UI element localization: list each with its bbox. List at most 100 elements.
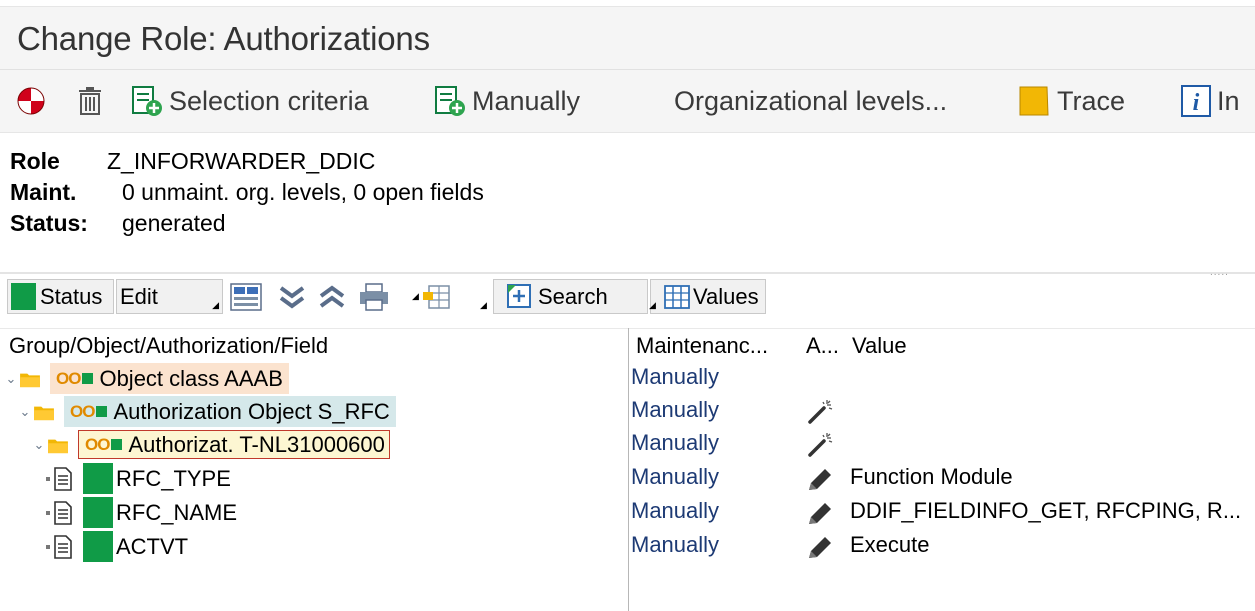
collapse-all-button[interactable]: [317, 279, 347, 314]
delete-button[interactable]: [77, 70, 103, 132]
node-label: Authorization Object S_RFC: [113, 398, 390, 424]
search-button[interactable]: ◢ Search: [480, 279, 648, 314]
tree-node-field[interactable]: RFC_TYPE: [46, 462, 231, 495]
info-icon: i: [1181, 85, 1211, 117]
tree-node-field[interactable]: RFC_NAME: [46, 496, 237, 529]
find-button[interactable]: ◢: [412, 279, 451, 314]
status-lights-icon: OO: [56, 368, 81, 388]
status-label: Status: [40, 283, 103, 309]
pencil-icon[interactable]: [806, 500, 834, 526]
tree-row[interactable]: ACTVT Manually Execute: [0, 530, 1255, 563]
pencil-icon[interactable]: [806, 466, 834, 492]
collapse-all-icon: [319, 285, 345, 308]
node-label: RFC_TYPE: [116, 465, 231, 491]
page-title: Change Role: Authorizations: [17, 20, 430, 57]
tree-row[interactable]: RFC_TYPE Manually Function Module: [0, 462, 1255, 495]
dropdown-marker-icon: ◢: [212, 300, 219, 310]
tree-node-auth-object[interactable]: ⌄ OO Authorization Object S_RFC: [18, 395, 396, 428]
auth-object-highlight: OO Authorization Object S_RFC: [64, 396, 396, 427]
green-status-icon: [82, 373, 94, 384]
dropdown-marker-icon: ◢: [649, 300, 656, 310]
tree-bullet-icon: [46, 544, 50, 549]
authorization-highlight: OO Authorizat. T-NL31000600: [78, 430, 390, 459]
trace-label: Trace: [1057, 85, 1126, 116]
maintenance-value: Manually: [631, 364, 720, 389]
trace-icon: [1019, 86, 1049, 116]
search-label: Search: [538, 283, 608, 309]
manually-button[interactable]: Manually: [434, 70, 580, 132]
expand-chevron-icon[interactable]: ⌄: [4, 371, 18, 387]
open-folder-icon: [34, 406, 54, 420]
top-strip: [0, 0, 1255, 7]
maintenance-value: Manually: [631, 397, 720, 422]
selection-criteria-button[interactable]: Selection criteria: [131, 70, 369, 132]
edit-label: Edit: [120, 283, 158, 309]
pencil-icon[interactable]: [806, 534, 834, 560]
status-lights-icon: OO: [85, 434, 110, 454]
edit-menu-button[interactable]: Edit ◢: [116, 279, 223, 314]
add-document-icon: [132, 86, 162, 116]
magic-wand-icon[interactable]: [806, 399, 834, 425]
maintenance-value: Manually: [631, 532, 720, 557]
tree-row[interactable]: RFC_NAME Manually DDIF_FIELDINFO_GET, RF…: [0, 496, 1255, 529]
status-value: generated: [122, 210, 226, 236]
status-button[interactable]: Status: [7, 279, 114, 314]
green-status-icon: [83, 531, 113, 562]
org-levels-button[interactable]: Organizational levels...: [674, 70, 947, 132]
main-toolbar: Selection criteria Manually Organization…: [0, 70, 1255, 133]
tree-node-field[interactable]: ACTVT: [46, 530, 188, 563]
splitter[interactable]: [0, 272, 1255, 274]
green-status-icon: [83, 497, 113, 528]
trash-icon: [79, 87, 101, 115]
print-button[interactable]: [358, 279, 390, 314]
dropdown-marker-icon: ◢: [480, 300, 487, 310]
field-value: Execute: [850, 532, 930, 557]
expand-chevron-icon[interactable]: ⌄: [18, 404, 32, 420]
document-icon: [54, 534, 72, 559]
target-icon: [17, 87, 45, 115]
column-a[interactable]: A...: [806, 333, 839, 359]
tree-row[interactable]: ⌄ OO Authorization Object S_RFC Manually: [0, 395, 1255, 428]
object-class-highlight: OO Object class AAAB: [50, 363, 289, 394]
document-icon: [54, 500, 72, 525]
dropdown-marker-icon: ◢: [412, 291, 419, 301]
tree-row[interactable]: ⌄ OO Object class AAAB Manually: [0, 362, 1255, 395]
search-icon: [507, 283, 531, 308]
expand-all-icon: [279, 285, 305, 308]
trace-button[interactable]: Trace: [1017, 70, 1125, 132]
tree-node-object-class[interactable]: ⌄ OO Object class AAAB: [4, 362, 289, 395]
splitter-grip[interactable]: .....: [1210, 267, 1229, 278]
org-levels-check-button[interactable]: [17, 70, 45, 132]
status-label: Status:: [10, 210, 88, 236]
column-tree[interactable]: Group/Object/Authorization/Field: [9, 333, 328, 359]
tree-bullet-icon: [46, 510, 50, 515]
manually-label: Manually: [472, 85, 581, 116]
role-value: Z_INFORWARDER_DDIC: [107, 148, 376, 174]
values-label: Values: [693, 283, 759, 309]
maintenance-value: Manually: [631, 430, 720, 455]
tree-layout-button[interactable]: [229, 279, 263, 314]
magic-wand-icon[interactable]: [806, 432, 834, 458]
values-table-icon: [664, 284, 690, 309]
column-value[interactable]: Value: [852, 333, 907, 359]
tree-layout-icon: [230, 282, 262, 311]
tree-bullet-icon: [46, 476, 50, 481]
open-folder-icon: [48, 439, 68, 453]
org-levels-label: Organizational levels...: [674, 85, 948, 116]
values-button[interactable]: ◢ Values: [649, 279, 766, 314]
tree-node-authorization[interactable]: ⌄ OO Authorizat. T-NL31000600: [32, 428, 390, 461]
status-green-icon: [11, 283, 36, 310]
green-status-icon: [83, 463, 113, 494]
expand-chevron-icon[interactable]: ⌄: [32, 437, 46, 453]
svg-text:i: i: [1193, 90, 1200, 116]
column-maintenance[interactable]: Maintenanc...: [636, 333, 768, 359]
info-button[interactable]: i In: [1181, 70, 1240, 132]
tree-row[interactable]: ⌄ OO Authorizat. T-NL31000600 Manually: [0, 428, 1255, 461]
node-label: Authorizat. T-NL31000600: [128, 431, 385, 457]
expand-all-button[interactable]: [277, 279, 307, 314]
field-value: DDIF_FIELDINFO_GET, RFCPING, R...: [850, 498, 1242, 523]
maint-label: Maint.: [10, 179, 77, 205]
status-lights-icon: OO: [70, 401, 95, 421]
maint-value: 0 unmaint. org. levels, 0 open fields: [122, 179, 484, 205]
find-grid-icon: [422, 284, 450, 309]
